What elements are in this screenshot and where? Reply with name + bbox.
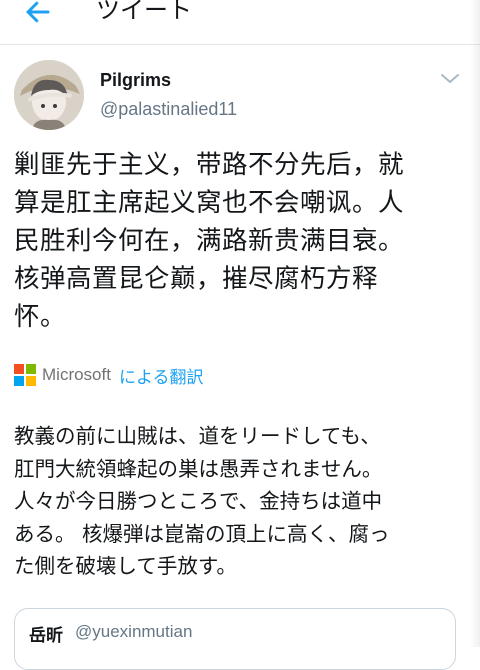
quoted-tweet-card[interactable]: 岳昕 @yuexinmutian (14, 608, 456, 670)
avatar-image (14, 60, 84, 130)
translation-provider: Microsoft (42, 365, 111, 384)
author-name[interactable]: Pilgrims (100, 70, 171, 91)
translated-text: 教義の前に山賊は、道をリードしても、 肛門大統領蜂起の巣は愚弄されません。 人々… (14, 424, 390, 578)
translation-link[interactable]: による翻訳 (119, 363, 204, 388)
quoted-author-handle: @yuexinmutian (75, 622, 193, 641)
translation-attribution[interactable]: Microsoft による翻訳 (14, 362, 203, 388)
right-edge-shadow (470, 0, 480, 647)
tweet-menu-button[interactable] (437, 68, 463, 90)
author-handle[interactable]: @palastinalied11 (100, 99, 237, 120)
page-title: ツイート (96, 0, 192, 24)
tweet-text: 剿匪先于主义，带路不分先后，就 算是肛主席起义窝也不会嘲讽。人 民胜利今何在，满… (14, 150, 405, 332)
arrow-left-icon (26, 1, 50, 23)
quoted-author-name: 岳昕 (29, 626, 63, 646)
back-button[interactable] (18, 0, 58, 32)
top-bar: ツイート (0, 0, 480, 45)
microsoft-logo-icon (14, 364, 36, 386)
chevron-down-icon (441, 74, 459, 83)
author-avatar[interactable] (14, 60, 84, 130)
